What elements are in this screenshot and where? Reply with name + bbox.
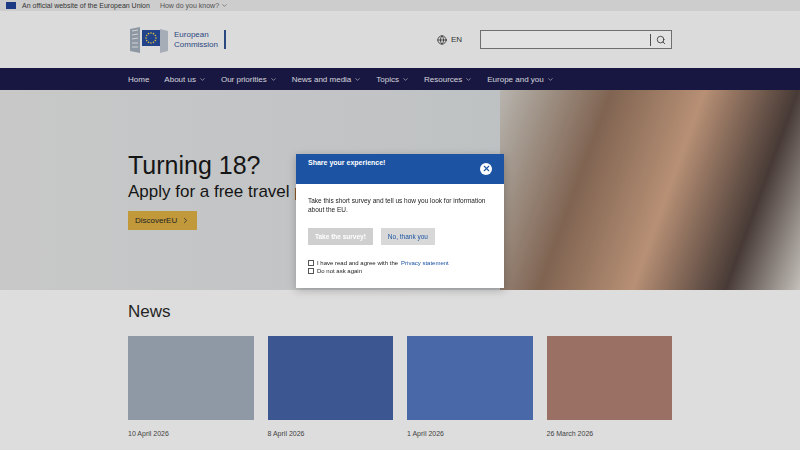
checkbox[interactable] bbox=[308, 260, 314, 266]
dialog-button[interactable]: No, thank you bbox=[381, 228, 435, 245]
checkbox-row[interactable]: I have read and agree with thePrivacy st… bbox=[308, 260, 492, 266]
dialog-text: Take this short survey and tell us how y… bbox=[308, 196, 492, 214]
checkbox-row[interactable]: Do not ask again bbox=[308, 268, 492, 274]
privacy-link[interactable]: Privacy statement bbox=[401, 260, 449, 266]
dialog-title: Share your experience! bbox=[308, 159, 385, 166]
dialog-checkboxes: I have read and agree with thePrivacy st… bbox=[308, 260, 492, 274]
dialog-header: Share your experience! bbox=[296, 154, 504, 184]
close-icon bbox=[482, 164, 491, 173]
dialog-button[interactable]: Take the survey! bbox=[308, 228, 373, 245]
dialog-buttons: Take the survey! No, thank you bbox=[308, 228, 492, 245]
modal-overlay: Share your experience! Take this short su… bbox=[0, 0, 800, 450]
dialog-body: Take this short survey and tell us how y… bbox=[296, 184, 504, 288]
survey-dialog: Share your experience! Take this short su… bbox=[296, 154, 504, 288]
close-button[interactable] bbox=[480, 163, 492, 175]
checkbox[interactable] bbox=[308, 268, 314, 274]
